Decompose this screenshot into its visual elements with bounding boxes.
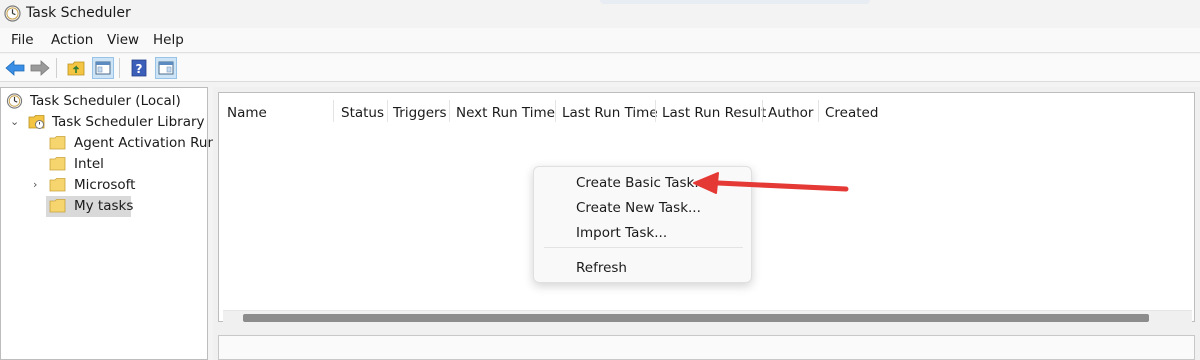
column-divider[interactable] [818,100,819,122]
detail-pane [213,327,1200,360]
tree-item-root[interactable]: Task Scheduler (Local) [1,91,207,112]
context-menu: Create Basic Task... Create New Task... … [533,166,752,283]
tree-item-label: Intel [74,156,104,172]
horizontal-scrollbar[interactable] [223,310,1192,322]
help-button[interactable]: ? [128,57,150,79]
column-divider[interactable] [762,100,763,122]
up-folder-icon [67,61,85,76]
clock-icon [6,93,23,109]
show-hide-action-pane-icon [158,61,174,75]
help-icon: ? [131,59,147,77]
tree-item-microsoft[interactable]: › Microsoft [1,175,207,196]
show-hide-console-tree-icon [95,61,111,75]
forward-button[interactable] [29,57,51,79]
menu-bar: File Action View Help [0,28,1200,53]
menu-item-label: Create Basic Task... [576,175,708,191]
detail-pane-content [218,335,1195,360]
menu-action[interactable]: Action [51,32,93,48]
chevron-right-icon[interactable]: › [33,178,37,191]
column-name[interactable]: Name [227,105,267,121]
tree-item-library[interactable]: ⌄ Task Scheduler Library [1,112,207,133]
folder-icon [49,136,66,150]
menu-item-label: Refresh [576,260,627,276]
column-last-run-result[interactable]: Last Run Result [662,105,766,121]
menu-file[interactable]: File [11,32,34,48]
menu-item-label: Import Task... [576,225,668,241]
show-hide-action-pane-button[interactable] [155,57,177,79]
title-bar-highlight [600,0,870,4]
column-divider[interactable] [387,100,388,122]
back-icon [5,60,25,76]
menu-item-refresh[interactable]: Refresh [538,256,747,280]
column-last-run-time[interactable]: Last Run Time [562,105,658,121]
menu-item-create-new-task[interactable]: Create New Task... [538,196,747,220]
menu-item-label: Create New Task... [576,200,701,216]
column-divider[interactable] [555,100,556,122]
tree-item-label: Microsoft [74,177,136,193]
show-hide-console-tree-button[interactable] [92,57,114,79]
console-tree: Task Scheduler (Local) ⌄ Task Scheduler … [0,87,221,360]
column-status[interactable]: Status [341,105,384,121]
column-created[interactable]: Created [825,105,878,121]
column-author[interactable]: Author [768,105,813,121]
folder-icon [49,157,66,171]
column-next-run-time[interactable]: Next Run Time [456,105,555,121]
menu-item-create-basic-task[interactable]: Create Basic Task... [538,171,747,195]
toolbar-separator [119,58,120,78]
toolbar: ? [0,54,1200,82]
tree-item-label: My tasks [74,198,134,214]
scrollbar-thumb[interactable] [243,314,1149,322]
column-triggers[interactable]: Triggers [393,105,447,121]
clock-icon [4,5,21,22]
tree-item-my-tasks[interactable]: My tasks [1,196,207,217]
folder-icon [49,178,66,192]
chevron-down-icon[interactable]: ⌄ [10,115,19,128]
tree-item-agent-activation[interactable]: Agent Activation Runt [1,133,221,154]
menu-view[interactable]: View [107,32,139,48]
window-title: Task Scheduler [26,5,131,21]
tree-item-label: Task Scheduler Library [52,114,205,130]
forward-icon [30,60,50,76]
tree-item-label: Agent Activation Runt [74,135,222,151]
tree-item-label: Task Scheduler (Local) [30,93,181,109]
menu-help[interactable]: Help [153,32,184,48]
svg-text:?: ? [136,62,143,76]
column-divider[interactable] [333,100,334,122]
column-divider[interactable] [449,100,450,122]
menu-item-import-task[interactable]: Import Task... [538,221,747,245]
up-folder-button[interactable] [65,57,87,79]
back-button[interactable] [4,57,26,79]
library-folder-icon [28,115,45,129]
tree-item-intel[interactable]: Intel [1,154,207,175]
menu-separator [544,247,743,248]
toolbar-separator [56,58,57,78]
title-bar: Task Scheduler [0,0,1200,28]
folder-icon [49,199,66,213]
column-divider[interactable] [655,100,656,122]
